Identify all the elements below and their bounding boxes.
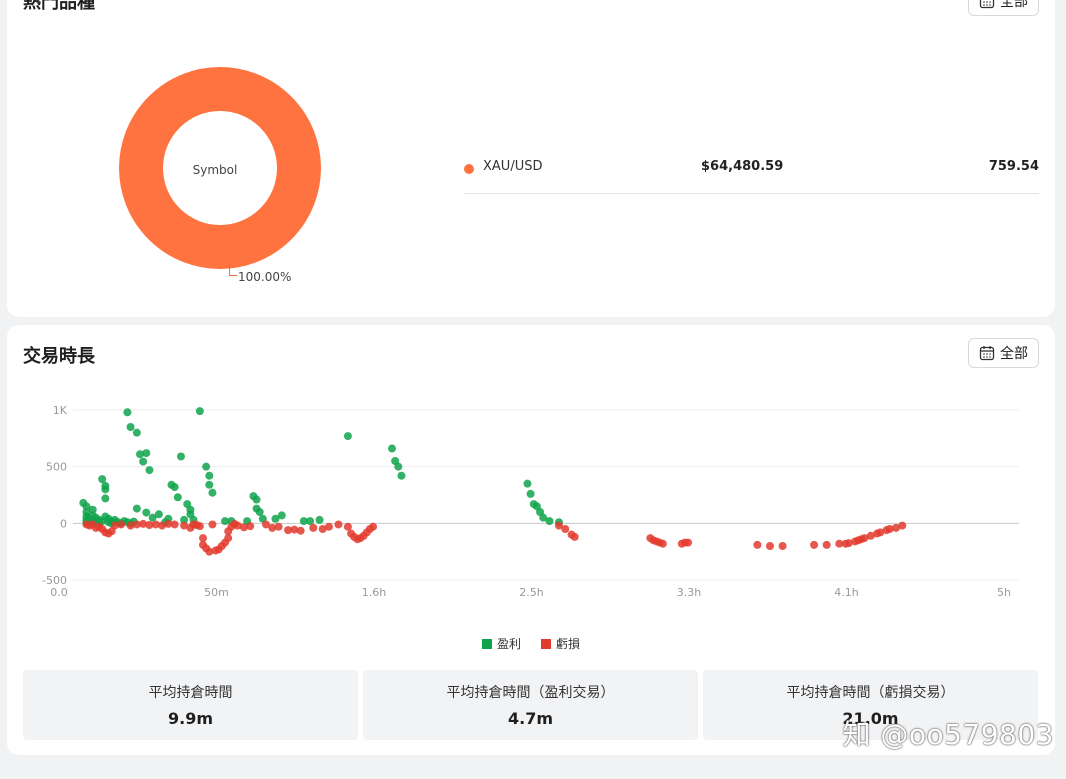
x-tick-label: 3.3h bbox=[677, 586, 701, 599]
loss-point[interactable] bbox=[274, 522, 283, 531]
profit-point[interactable] bbox=[101, 485, 110, 494]
stat-label: 平均持倉時間（盈利交易） bbox=[446, 685, 615, 701]
profit-point[interactable] bbox=[394, 462, 403, 471]
x-tick-label: 0.0 bbox=[50, 586, 68, 599]
profit-point[interactable] bbox=[277, 511, 286, 520]
loss-point[interactable] bbox=[334, 520, 343, 529]
profit-point[interactable] bbox=[139, 457, 148, 466]
donut-center-label: Symbol bbox=[192, 163, 238, 177]
profit-point[interactable] bbox=[255, 508, 264, 516]
profit-point[interactable] bbox=[176, 452, 185, 461]
popular-symbols-title: 熱門品種 bbox=[23, 0, 95, 13]
popular-symbols-filter-button[interactable]: 全部 bbox=[968, 0, 1039, 16]
y-tick-label: 500 bbox=[46, 461, 67, 474]
x-tick-label: 1.6h bbox=[362, 586, 386, 599]
profit-point[interactable] bbox=[142, 449, 151, 458]
popular-symbols-card: 熱門品種 全部 Symbol 100.00% XAU/USD $64,480.5… bbox=[7, 0, 1055, 317]
profit-point[interactable] bbox=[202, 462, 211, 471]
loss-point[interactable] bbox=[343, 522, 352, 531]
profit-point[interactable] bbox=[142, 508, 151, 517]
legend-label-loss: 虧損 bbox=[556, 637, 581, 651]
chart-legend: 盈利 虧損 bbox=[7, 635, 1055, 652]
loss-point[interactable] bbox=[810, 540, 819, 549]
profit-point[interactable] bbox=[132, 428, 141, 437]
donut-percent-label: 100.00% bbox=[238, 270, 292, 284]
loss-point[interactable] bbox=[561, 525, 570, 533]
stat-avg-hold-time: 平均持倉時間 9.9m bbox=[23, 670, 358, 740]
calendar-icon bbox=[979, 0, 995, 9]
profit-point[interactable] bbox=[101, 494, 110, 503]
y-tick-label: 0 bbox=[60, 517, 67, 530]
trade-duration-card: 交易時長 全部 1K 500 0 -500 0.0 50m 1.6h 2.5h 3.3h 4.1h… bbox=[7, 325, 1055, 755]
stat-value: 4.7m bbox=[507, 709, 553, 728]
profit-point[interactable] bbox=[173, 493, 182, 502]
profit-point[interactable] bbox=[126, 423, 135, 431]
profit-point[interactable] bbox=[388, 444, 396, 453]
stat-value: 9.9m bbox=[167, 709, 213, 728]
profit-point[interactable] bbox=[397, 471, 406, 480]
loss-point[interactable] bbox=[753, 540, 762, 549]
loss-point[interactable] bbox=[246, 522, 255, 531]
x-tick-label: 4.1h bbox=[834, 586, 858, 599]
watermark-logo: 知 @oo579803 bbox=[842, 718, 1054, 751]
legend-label-profit: 盈利 bbox=[496, 637, 521, 651]
loss-point[interactable] bbox=[898, 521, 907, 530]
loss-point[interactable] bbox=[208, 520, 217, 529]
stat-label: 平均持倉時間 bbox=[148, 685, 233, 701]
profit-point[interactable] bbox=[98, 475, 107, 484]
loss-point[interactable] bbox=[296, 526, 305, 535]
profit-point[interactable] bbox=[205, 471, 214, 480]
profit-point[interactable] bbox=[306, 517, 315, 526]
symbol-value: $64,480.59 bbox=[701, 159, 784, 174]
loss-point[interactable] bbox=[766, 542, 774, 550]
loss-point[interactable] bbox=[570, 532, 579, 541]
profit-point[interactable] bbox=[523, 479, 532, 488]
loss-point[interactable] bbox=[117, 520, 126, 529]
loss-point[interactable] bbox=[309, 523, 318, 532]
profit-point[interactable] bbox=[132, 504, 141, 513]
loss-point[interactable] bbox=[325, 522, 333, 531]
filter-label: 全部 bbox=[1000, 0, 1028, 10]
loss-point[interactable] bbox=[684, 538, 693, 547]
loss-point[interactable] bbox=[658, 539, 667, 548]
loss-point[interactable] bbox=[822, 540, 831, 549]
profit-point[interactable] bbox=[170, 483, 179, 492]
loss-point[interactable] bbox=[170, 520, 179, 529]
loss-point[interactable] bbox=[195, 522, 204, 531]
profit-point[interactable] bbox=[145, 466, 154, 475]
legend-swatch-profit bbox=[481, 638, 492, 649]
stat-label: 平均持倉時間（虧損交易） bbox=[786, 685, 955, 701]
profit-point[interactable] bbox=[154, 510, 163, 519]
profit-point[interactable] bbox=[205, 480, 214, 489]
y-tick-label: 1K bbox=[53, 404, 68, 417]
profit-point[interactable] bbox=[545, 517, 554, 526]
profit-point[interactable] bbox=[195, 407, 204, 416]
symbol-color-dot bbox=[464, 164, 474, 174]
symbol-name: XAU/USD bbox=[483, 159, 543, 174]
loss-point[interactable] bbox=[369, 522, 378, 531]
symbol-row-xau-usd[interactable]: XAU/USD $64,480.59 759.54 bbox=[464, 157, 1039, 194]
x-tick-label: 2.5h bbox=[519, 586, 543, 599]
profit-point[interactable] bbox=[123, 408, 132, 417]
x-tick-label: 50m bbox=[204, 586, 229, 599]
loss-point[interactable] bbox=[778, 542, 787, 550]
stat-avg-hold-time-profit: 平均持倉時間（盈利交易） 4.7m bbox=[363, 670, 698, 740]
loss-point[interactable] bbox=[199, 534, 207, 543]
donut-label-leader bbox=[229, 260, 237, 276]
profit-point[interactable] bbox=[252, 495, 261, 504]
profit-point[interactable] bbox=[208, 488, 217, 497]
legend-item-loss[interactable]: 虧損 bbox=[541, 635, 580, 652]
duration-scatter-chart: 1K5000-5000.0 50m 1.6h 2.5h 3.3h 4.1h 5h bbox=[42, 404, 1019, 599]
legend-swatch-loss bbox=[541, 638, 551, 649]
symbol-count: 759.54 bbox=[988, 159, 1039, 174]
legend-item-profit[interactable]: 盈利 bbox=[481, 635, 521, 652]
profit-point[interactable] bbox=[315, 515, 324, 524]
profit-point[interactable] bbox=[526, 489, 535, 498]
profit-point[interactable] bbox=[343, 432, 352, 441]
x-tick-label: 5h bbox=[997, 586, 1011, 599]
